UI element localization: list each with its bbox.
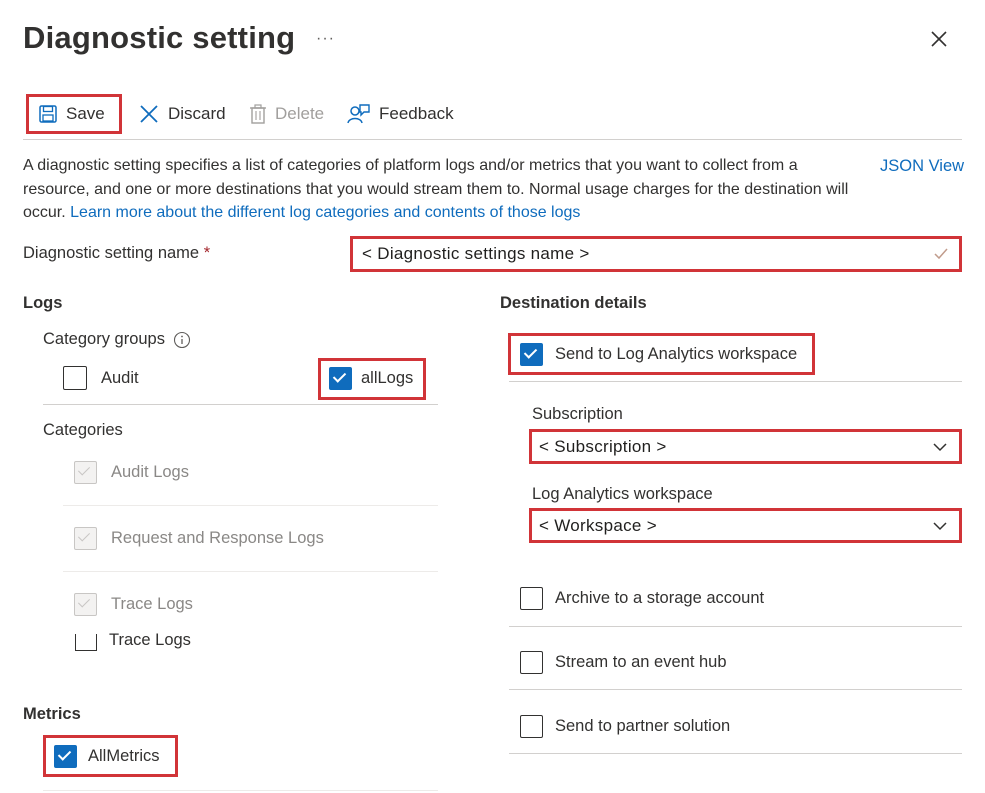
destination-heading: Destination details bbox=[500, 294, 647, 312]
workspace-dropdown[interactable]: < Workspace > bbox=[532, 511, 959, 540]
checkbox-box bbox=[54, 745, 77, 768]
feedback-icon bbox=[347, 104, 370, 124]
trace-logs-label: Trace Logs bbox=[111, 595, 193, 613]
delete-button[interactable]: Delete bbox=[249, 102, 324, 126]
request-response-logs-checkbox[interactable]: Request and Response Logs bbox=[74, 527, 324, 550]
checkbox-box bbox=[520, 343, 543, 366]
discard-label: Discard bbox=[168, 104, 226, 123]
category-divider-2 bbox=[63, 571, 438, 572]
feedback-button[interactable]: Feedback bbox=[347, 102, 454, 126]
close-icon bbox=[931, 31, 947, 47]
trash-icon bbox=[250, 104, 266, 124]
allmetrics-label: AllMetrics bbox=[88, 747, 160, 765]
more-options-button[interactable]: ··· bbox=[316, 30, 335, 48]
metrics-heading: Metrics bbox=[23, 705, 81, 723]
checkbox-box bbox=[520, 715, 543, 738]
category-groups-label: Category groups bbox=[43, 330, 191, 349]
send-to-log-analytics-checkbox[interactable]: Send to Log Analytics workspace bbox=[520, 343, 797, 366]
stream-event-hub-label: Stream to an event hub bbox=[555, 653, 727, 671]
audit-group-checkbox[interactable]: Audit bbox=[63, 366, 139, 390]
logs-heading: Logs bbox=[23, 294, 63, 312]
allmetrics-checkbox[interactable]: AllMetrics bbox=[54, 745, 160, 768]
groups-divider bbox=[43, 404, 438, 405]
workspace-label: Log Analytics workspace bbox=[532, 485, 713, 503]
workspace-value: < Workspace > bbox=[539, 515, 657, 535]
save-icon bbox=[39, 105, 57, 123]
checkbox-box bbox=[520, 651, 543, 674]
request-response-logs-label: Request and Response Logs bbox=[111, 529, 324, 547]
checkbox-box bbox=[74, 461, 97, 484]
save-button[interactable]: Save bbox=[38, 102, 105, 126]
audit-logs-label: Audit Logs bbox=[111, 463, 189, 481]
destination-divider-4 bbox=[509, 753, 962, 754]
checkbox-box bbox=[74, 593, 97, 616]
json-view-link[interactable]: JSON View bbox=[880, 157, 964, 176]
archive-storage-checkbox[interactable]: Archive to a storage account bbox=[520, 587, 764, 610]
destination-divider-3 bbox=[509, 689, 962, 690]
partner-solution-checkbox[interactable]: Send to partner solution bbox=[520, 715, 730, 738]
feedback-label: Feedback bbox=[379, 104, 454, 123]
audit-logs-checkbox[interactable]: Audit Logs bbox=[74, 461, 189, 484]
info-icon[interactable] bbox=[173, 331, 191, 349]
name-field-label: Diagnostic setting name * bbox=[23, 244, 211, 262]
destination-divider-1 bbox=[509, 381, 962, 382]
category-divider-1 bbox=[63, 505, 438, 506]
trace-logs-checkbox[interactable]: Trace Logs bbox=[74, 593, 193, 616]
categories-label: Categories bbox=[43, 421, 123, 439]
subscription-dropdown[interactable]: < Subscription > bbox=[532, 432, 959, 461]
checkbox-box bbox=[329, 367, 352, 390]
chevron-down-icon bbox=[933, 522, 947, 531]
page-title: Diagnostic setting bbox=[23, 20, 296, 55]
delete-label: Delete bbox=[275, 104, 325, 123]
metrics-divider bbox=[43, 790, 438, 791]
discard-icon bbox=[140, 105, 158, 123]
chevron-down-icon bbox=[933, 443, 947, 452]
description: A diagnostic setting specifies a list of… bbox=[23, 154, 853, 225]
checkbox-box bbox=[63, 366, 87, 390]
stream-event-hub-checkbox[interactable]: Stream to an event hub bbox=[520, 651, 727, 674]
partial-checkbox-edge bbox=[75, 634, 97, 651]
checkbox-box bbox=[74, 527, 97, 550]
trace-logs-overlap-label: Trace Logs bbox=[109, 631, 191, 649]
archive-storage-label: Archive to a storage account bbox=[555, 589, 765, 607]
required-marker: * bbox=[203, 244, 211, 262]
learn-more-link[interactable]: Learn more about the different log categ… bbox=[70, 204, 580, 221]
checkbox-box bbox=[520, 587, 543, 610]
discard-button[interactable]: Discard bbox=[138, 102, 226, 126]
partner-solution-label: Send to partner solution bbox=[555, 717, 731, 735]
destination-divider-2 bbox=[509, 626, 962, 627]
send-to-log-analytics-label: Send to Log Analytics workspace bbox=[555, 345, 798, 363]
audit-group-label: Audit bbox=[101, 368, 139, 387]
subscription-value: < Subscription > bbox=[539, 436, 667, 456]
name-field-value: < Diagnostic settings name > bbox=[362, 244, 590, 263]
close-button[interactable] bbox=[928, 28, 950, 50]
alllogs-checkbox[interactable]: allLogs bbox=[329, 367, 413, 390]
toolbar-divider bbox=[23, 139, 962, 140]
save-label: Save bbox=[66, 104, 105, 123]
diagnostic-setting-name-input[interactable]: < Diagnostic settings name > bbox=[353, 239, 959, 269]
valid-check-icon bbox=[934, 248, 948, 260]
subscription-label: Subscription bbox=[532, 405, 623, 423]
alllogs-label: allLogs bbox=[361, 369, 414, 387]
